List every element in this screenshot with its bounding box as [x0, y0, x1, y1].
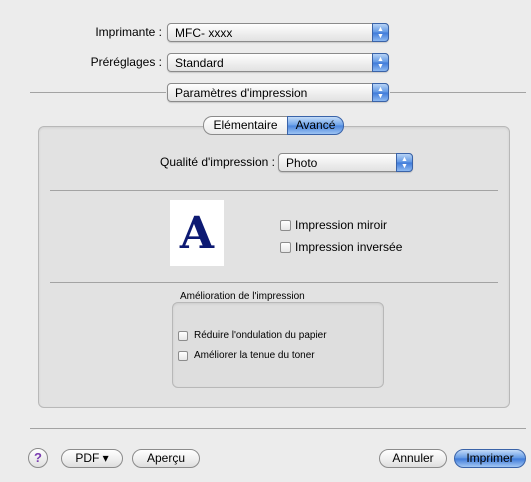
toner-fixing-checkbox[interactable] — [178, 351, 188, 361]
toner-fixing-label: Améliorer la tenue du toner — [194, 350, 315, 361]
printer-value: MFC- xxxx — [175, 26, 233, 40]
reduce-curl-label: Réduire l'ondulation du papier — [194, 330, 327, 341]
tab-elementaire[interactable]: Elémentaire — [203, 116, 287, 135]
help-button[interactable]: ? — [28, 448, 48, 468]
divider — [50, 282, 498, 283]
divider — [390, 92, 526, 93]
reverse-checkbox[interactable] — [280, 242, 291, 253]
pdf-menu-button[interactable]: PDF ▾ — [61, 449, 123, 468]
mirror-label: Impression miroir — [295, 218, 388, 232]
reverse-label: Impression inversée — [295, 240, 403, 254]
divider — [50, 190, 498, 191]
print-button[interactable]: Imprimer — [454, 449, 526, 468]
reduce-curl-checkbox[interactable] — [178, 331, 188, 341]
printer-label: Imprimante : — [95, 25, 162, 39]
quality-value: Photo — [286, 156, 318, 170]
presets-popup[interactable]: Standard ▲ ▼ — [167, 53, 389, 72]
quality-label: Qualité d'impression : — [159, 155, 275, 169]
popup-arrows-icon: ▲ ▼ — [372, 83, 389, 102]
enhancement-box — [172, 302, 384, 388]
presets-value: Standard — [175, 56, 224, 70]
divider — [30, 92, 166, 93]
tab-avance[interactable]: Avancé — [287, 116, 344, 135]
popup-arrows-icon: ▲ ▼ — [372, 23, 389, 42]
divider — [30, 428, 526, 429]
cancel-button[interactable]: Annuler — [379, 449, 447, 468]
popup-arrows-icon: ▲ ▼ — [372, 53, 389, 72]
mirror-checkbox[interactable] — [280, 220, 291, 231]
popup-arrows-icon: ▲ ▼ — [396, 153, 413, 172]
preview-button[interactable]: Aperçu — [132, 449, 200, 468]
panel-value: Paramètres d'impression — [175, 86, 308, 100]
orientation-preview: A — [170, 200, 224, 266]
preview-glyph: A — [179, 208, 215, 259]
quality-popup[interactable]: Photo ▲ ▼ — [278, 153, 413, 172]
enhancement-title: Amélioration de l'impression — [180, 291, 305, 302]
presets-label: Préréglages : — [90, 55, 162, 69]
printer-popup[interactable]: MFC- xxxx ▲ ▼ — [167, 23, 389, 42]
panel-popup[interactable]: Paramètres d'impression ▲ ▼ — [167, 83, 389, 102]
